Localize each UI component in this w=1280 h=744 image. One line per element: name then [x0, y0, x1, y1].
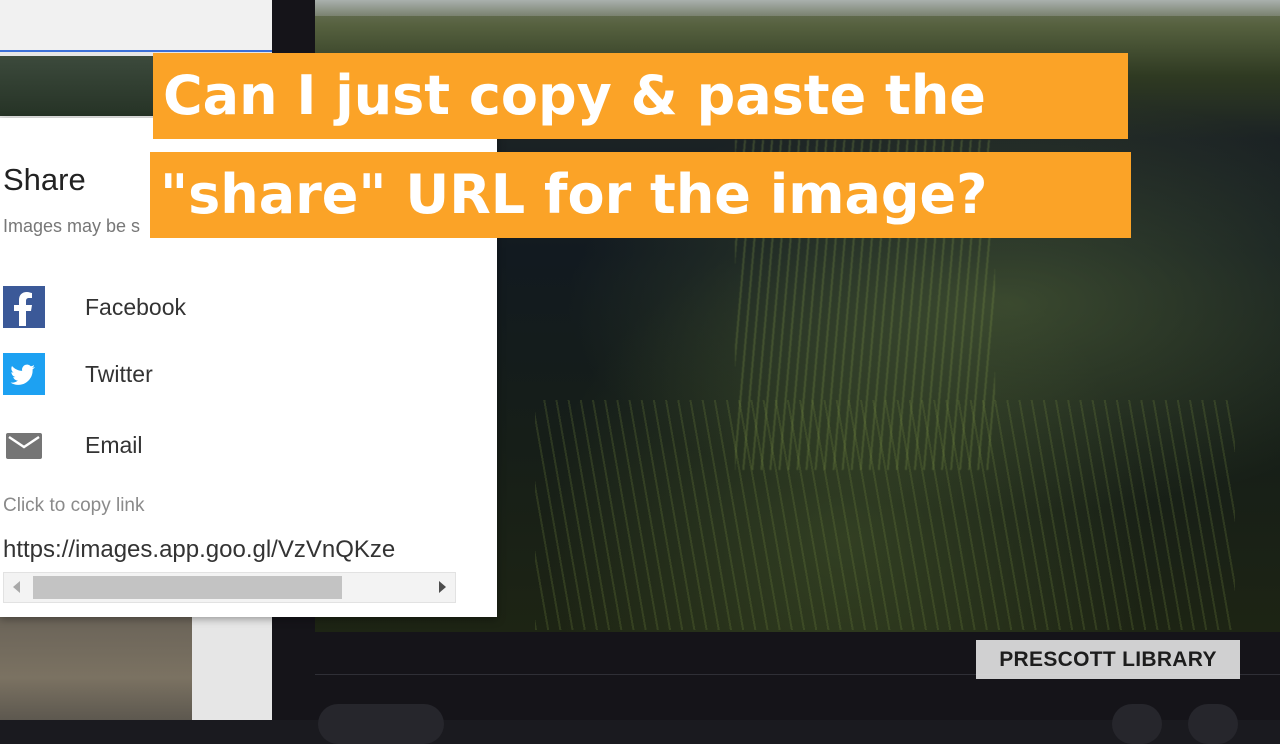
viewer-bottom-button[interactable]: [1188, 704, 1238, 744]
share-option-email[interactable]: Email: [0, 420, 480, 470]
headline-line-2: "share" URL for the image?: [150, 152, 1131, 238]
share-subtitle: Images may be s: [3, 216, 141, 236]
share-option-label: Facebook: [85, 294, 187, 320]
headline-line-1: Can I just copy & paste the: [153, 53, 1128, 139]
scrollbar-thumb[interactable]: [33, 576, 342, 599]
scroll-left-icon[interactable]: [13, 581, 20, 593]
facebook-icon: [3, 286, 45, 328]
copy-link-label: Click to copy link: [3, 495, 145, 516]
viewer-bottom-button[interactable]: [318, 704, 444, 744]
background-thumbnail: [0, 615, 192, 720]
email-icon: [3, 424, 45, 466]
photo-underwater-plants: [535, 400, 1235, 630]
share-option-twitter[interactable]: Twitter: [0, 349, 480, 399]
share-option-facebook[interactable]: Facebook: [0, 282, 480, 332]
url-scrollbar[interactable]: [3, 572, 456, 603]
scroll-right-icon[interactable]: [439, 581, 446, 593]
twitter-icon: [3, 353, 45, 395]
background-search-bar: [0, 0, 272, 52]
photo-sky: [315, 0, 1280, 16]
share-title: Share: [3, 162, 86, 197]
share-url-field[interactable]: https://images.app.goo.gl/VzVnQKze: [3, 536, 458, 564]
share-option-label: Email: [85, 432, 143, 458]
viewer-bottom-button[interactable]: [1112, 704, 1162, 744]
share-option-label: Twitter: [85, 361, 153, 387]
credit-badge: PRESCOTT LIBRARY: [976, 640, 1240, 679]
